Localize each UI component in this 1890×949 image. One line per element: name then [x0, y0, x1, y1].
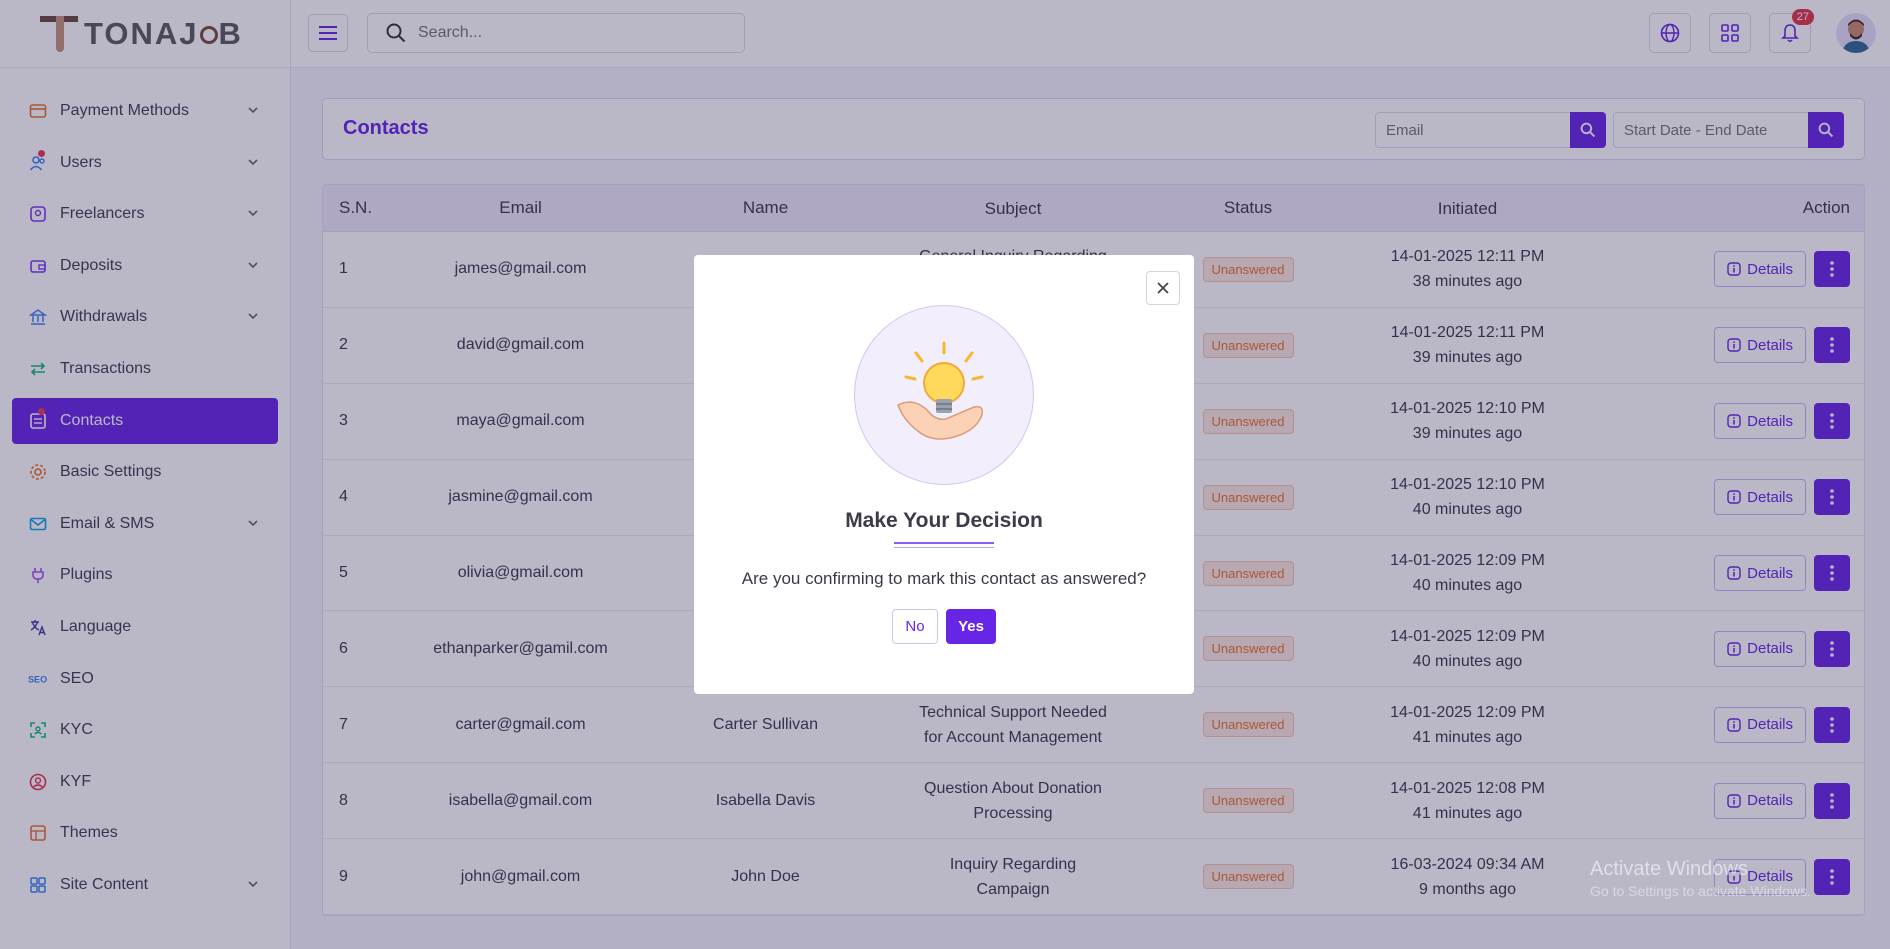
- title-underline: [894, 542, 994, 544]
- modal-title: Make Your Decision: [845, 509, 1043, 532]
- windows-activation-hint: Go to Settings to activate Windows.: [1590, 883, 1811, 899]
- lightbulb-illustration: [854, 305, 1034, 485]
- windows-activation-watermark: Activate Windows: [1590, 858, 1748, 880]
- lightbulb-hand-icon: [897, 341, 984, 440]
- close-button[interactable]: [1146, 271, 1180, 305]
- no-button[interactable]: No: [892, 609, 938, 644]
- confirm-modal: Make Your Decision Are you confirming to…: [694, 255, 1194, 694]
- modal-message: Are you confirming to mark this contact …: [741, 569, 1147, 588]
- yes-button[interactable]: Yes: [946, 609, 996, 644]
- close-icon: [1157, 282, 1169, 294]
- title-underline-secondary: [894, 547, 994, 548]
